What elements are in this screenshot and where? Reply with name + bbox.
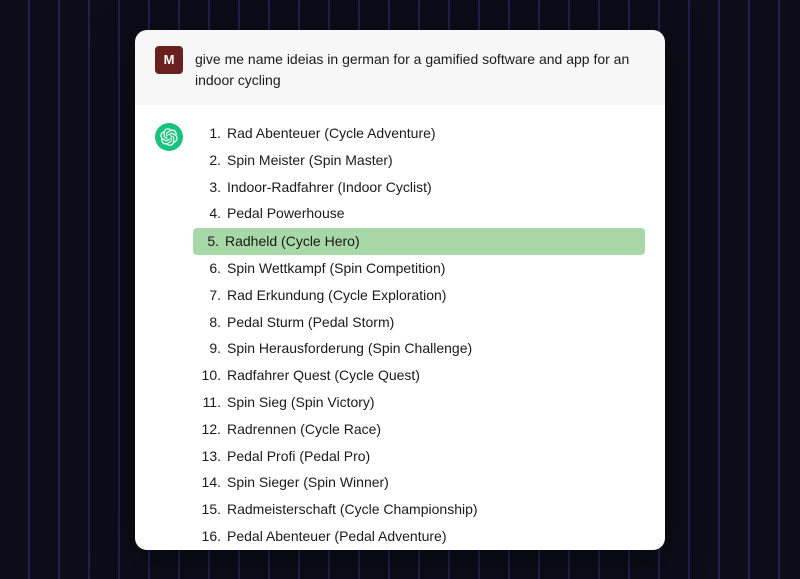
list-item: 16. Pedal Abenteuer (Pedal Adventure) <box>199 523 645 549</box>
item-text: Indoor-Radfahrer (Indoor Cyclist) <box>227 176 432 200</box>
item-text: Spin Wettkampf (Spin Competition) <box>227 257 445 281</box>
item-text: Pedal Abenteuer (Pedal Adventure) <box>227 525 447 549</box>
list-item: 12. Radrennen (Cycle Race) <box>199 416 645 443</box>
list-item: 15. Radmeisterschaft (Cycle Championship) <box>199 497 645 524</box>
chat-window: M give me name ideias in german for a ga… <box>135 30 665 550</box>
item-number: 10. <box>199 364 221 388</box>
item-number: 15. <box>199 498 221 522</box>
item-text: Radheld (Cycle Hero) <box>225 230 360 254</box>
item-text: Rad Erkundung (Cycle Exploration) <box>227 284 446 308</box>
list-item: 5.Radheld (Cycle Hero) <box>193 228 645 256</box>
item-number: 8. <box>199 311 221 335</box>
list-item: 4.Pedal Powerhouse <box>199 201 645 228</box>
list-item: 7.Rad Erkundung (Cycle Exploration) <box>199 282 645 309</box>
item-text: Pedal Profi (Pedal Pro) <box>227 445 370 469</box>
item-number: 7. <box>199 284 221 308</box>
response-content: 1.Rad Abenteuer (Cycle Adventure)2.Spin … <box>195 121 645 550</box>
user-message-block: M give me name ideias in german for a ga… <box>135 30 665 105</box>
chatgpt-icon <box>160 128 178 146</box>
item-number: 5. <box>197 230 219 254</box>
item-text: Spin Meister (Spin Master) <box>227 149 393 173</box>
item-text: Spin Sieger (Spin Winner) <box>227 471 389 495</box>
item-text: Spin Sieg (Spin Victory) <box>227 391 375 415</box>
item-number: 9. <box>199 337 221 361</box>
item-text: Radmeisterschaft (Cycle Championship) <box>227 498 478 522</box>
item-number: 3. <box>199 176 221 200</box>
name-list: 1.Rad Abenteuer (Cycle Adventure)2.Spin … <box>195 121 645 550</box>
item-number: 2. <box>199 149 221 173</box>
item-number: 16. <box>199 525 221 549</box>
item-number: 6. <box>199 257 221 281</box>
list-item: 9.Spin Herausforderung (Spin Challenge) <box>199 336 645 363</box>
list-item: 6.Spin Wettkampf (Spin Competition) <box>199 255 645 282</box>
list-item: 10. Radfahrer Quest (Cycle Quest) <box>199 363 645 390</box>
item-text: Radfahrer Quest (Cycle Quest) <box>227 364 420 388</box>
item-text: Radrennen (Cycle Race) <box>227 418 381 442</box>
item-number: 12. <box>199 418 221 442</box>
item-number: 1. <box>199 122 221 146</box>
item-number: 4. <box>199 202 221 226</box>
ai-response-block: 1.Rad Abenteuer (Cycle Adventure)2.Spin … <box>135 105 665 550</box>
list-item: 11. Spin Sieg (Spin Victory) <box>199 389 645 416</box>
item-text: Pedal Sturm (Pedal Storm) <box>227 311 394 335</box>
list-item: 2.Spin Meister (Spin Master) <box>199 147 645 174</box>
item-text: Rad Abenteuer (Cycle Adventure) <box>227 122 436 146</box>
list-item: 14. Spin Sieger (Spin Winner) <box>199 470 645 497</box>
list-item: 1.Rad Abenteuer (Cycle Adventure) <box>199 121 645 148</box>
ai-avatar <box>155 123 183 151</box>
list-item: 8.Pedal Sturm (Pedal Storm) <box>199 309 645 336</box>
user-avatar-label: M <box>164 52 175 67</box>
list-item: 13. Pedal Profi (Pedal Pro) <box>199 443 645 470</box>
user-avatar: M <box>155 46 183 74</box>
item-text: Pedal Powerhouse <box>227 202 345 226</box>
item-number: 14. <box>199 471 221 495</box>
user-message-text: give me name ideias in german for a gami… <box>195 46 645 91</box>
list-item: 3.Indoor-Radfahrer (Indoor Cyclist) <box>199 174 645 201</box>
item-text: Spin Herausforderung (Spin Challenge) <box>227 337 472 361</box>
item-number: 13. <box>199 445 221 469</box>
item-number: 11. <box>199 391 221 415</box>
